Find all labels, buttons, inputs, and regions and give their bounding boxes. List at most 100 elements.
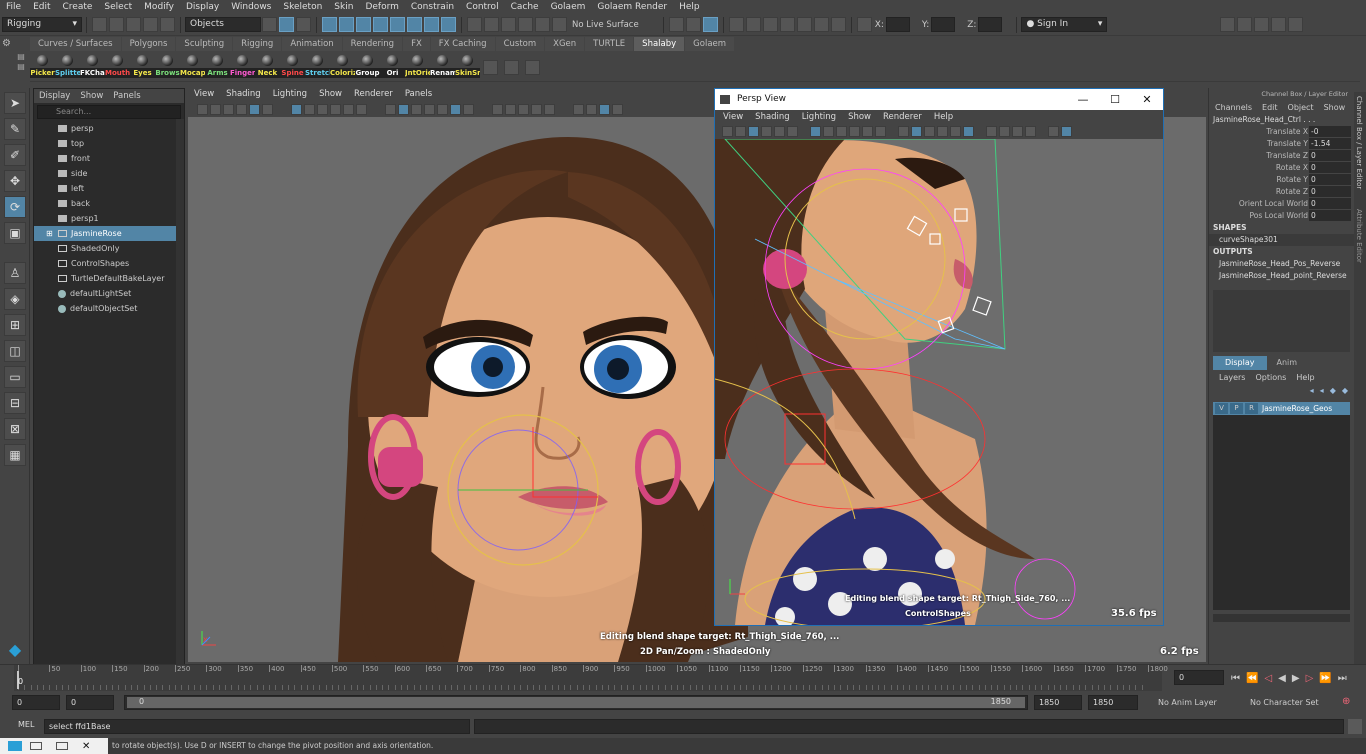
ipr-render-icon[interactable] <box>762 17 778 32</box>
menu-control[interactable]: Control <box>460 0 505 14</box>
redo-icon[interactable] <box>160 17 175 32</box>
go-to-start-icon[interactable]: ⏮ <box>1231 673 1240 684</box>
film-gate-icon[interactable] <box>304 103 315 115</box>
rotate-tool-icon[interactable]: ⟳ <box>4 196 26 218</box>
menuset-dropdown[interactable]: Rigging ▾ <box>2 17 82 32</box>
render-view-icon[interactable] <box>728 17 744 32</box>
end-time-field[interactable]: 1850 <box>1088 695 1138 710</box>
outliner-search-input[interactable]: Search... <box>37 105 181 119</box>
select-mode-dropdown[interactable]: Objects <box>185 17 261 32</box>
graph-layout-icon[interactable]: ⊟ <box>4 392 26 414</box>
bookmark-icon[interactable] <box>748 125 759 137</box>
object-mode-icon[interactable] <box>279 17 294 32</box>
outliner-item[interactable]: ControlShapes <box>34 256 184 271</box>
image-plane-icon[interactable] <box>761 125 772 137</box>
shelf-button-group[interactable]: Group <box>355 52 380 82</box>
menu-create[interactable]: Create <box>57 0 99 14</box>
select-misc-icon[interactable] <box>441 17 456 32</box>
outliner-layout-icon[interactable]: ▭ <box>4 366 26 388</box>
image-plane-icon[interactable] <box>236 103 247 115</box>
viewport-menu-renderer[interactable]: Renderer <box>348 88 399 101</box>
shelf-align-icon[interactable] <box>483 59 498 75</box>
channel-attr-row[interactable]: Rotate Z0 <box>1209 186 1354 198</box>
grease-pencil-icon[interactable] <box>787 125 798 137</box>
shelf-button-arms[interactable]: Arms <box>205 52 230 82</box>
current-frame-field[interactable]: 0 <box>1174 670 1224 685</box>
menu-constrain[interactable]: Constrain <box>405 0 460 14</box>
backface-cull-icon[interactable] <box>544 103 555 115</box>
menu-help[interactable]: Help <box>673 0 706 14</box>
shelf-tab[interactable]: Rendering <box>342 37 403 51</box>
depth-of-field-icon[interactable] <box>612 103 623 115</box>
snap-view-icon[interactable] <box>518 17 533 32</box>
shelf-tab[interactable]: Rigging <box>233 37 282 51</box>
shelf-button-picker[interactable]: Picker <box>30 52 55 82</box>
textured-icon[interactable] <box>424 103 435 115</box>
script-editor-icon[interactable] <box>1348 719 1362 734</box>
undo-icon[interactable] <box>143 17 158 32</box>
smooth-shade-icon[interactable] <box>911 125 922 137</box>
layer-menu-help[interactable]: Help <box>1296 373 1314 382</box>
persp-menu-help[interactable]: Help <box>928 112 959 122</box>
safe-action-icon[interactable] <box>875 125 886 137</box>
channel-menu-show[interactable]: Show <box>1324 103 1346 112</box>
outliner-menu-panels[interactable]: Panels <box>108 89 145 103</box>
layer-menu-layers[interactable]: Layers <box>1219 373 1255 382</box>
menu-edit[interactable]: Edit <box>27 0 56 14</box>
shelf-extra-icon[interactable] <box>525 59 540 75</box>
close-button[interactable]: ✕ <box>1131 89 1163 110</box>
xray-joints-icon[interactable] <box>518 103 529 115</box>
menu-modify[interactable]: Modify <box>138 0 180 14</box>
new-layer-icon[interactable]: ◆ <box>1330 386 1336 395</box>
wireframe-on-shaded-icon[interactable] <box>924 125 935 137</box>
pan-zoom-icon[interactable] <box>774 125 785 137</box>
anti-alias-icon[interactable] <box>599 103 610 115</box>
side-tab-attribute-editor[interactable]: Attribute Editor <box>1355 209 1363 263</box>
channel-attr-row[interactable]: Pos Local World 0 <box>1209 210 1354 222</box>
outliner-item[interactable]: side <box>34 166 184 181</box>
window-taskbar-icon[interactable] <box>30 742 42 750</box>
grid-icon[interactable] <box>810 125 821 137</box>
menu-deform[interactable]: Deform <box>359 0 404 14</box>
shelf-tab-active[interactable]: Shalaby <box>634 37 685 51</box>
channel-attr-value[interactable]: -1.54 <box>1309 138 1351 149</box>
hypershade-layout-icon[interactable]: ⊠ <box>4 418 26 440</box>
layer-playback-toggle[interactable]: P <box>1230 403 1243 414</box>
resolution-gate-icon[interactable] <box>317 103 328 115</box>
outliner-item[interactable]: ShadedOnly <box>34 241 184 256</box>
film-gate-icon[interactable] <box>823 125 834 137</box>
anti-alias-icon[interactable] <box>1061 125 1072 137</box>
field-chart-icon[interactable] <box>343 103 354 115</box>
ambient-occlusion-icon[interactable] <box>463 103 474 115</box>
menu-skin[interactable]: Skin <box>328 0 359 14</box>
outliner-item[interactable]: TurtleDefaultBakeLayer <box>34 271 184 286</box>
render-setup-icon[interactable] <box>813 17 829 32</box>
scale-tool-icon[interactable]: ▣ <box>4 222 26 244</box>
auto-key-icon[interactable]: ⊕ <box>1342 696 1350 707</box>
step-back-key-icon[interactable]: ⏪ <box>1246 673 1258 684</box>
component-mode-icon[interactable] <box>296 17 311 32</box>
safe-action-icon[interactable] <box>356 103 367 115</box>
resolution-gate-icon[interactable] <box>836 125 847 137</box>
playback-start-field[interactable]: 0 <box>66 695 114 710</box>
outliner-item[interactable]: defaultObjectSet <box>34 301 184 316</box>
wireframe-on-shaded-icon[interactable] <box>411 103 422 115</box>
channel-attr-row[interactable]: Orient Local World 0 <box>1209 198 1354 210</box>
outliner-item[interactable]: back <box>34 196 184 211</box>
smooth-shade-icon[interactable] <box>398 103 409 115</box>
playback-end-field[interactable]: 1850 <box>1034 695 1082 710</box>
lights-icon[interactable] <box>950 125 961 137</box>
menu-display[interactable]: Display <box>180 0 225 14</box>
output-node[interactable]: JasmineRose_Head_point_Reverse <box>1209 270 1354 282</box>
shelf-button-jntorient[interactable]: JntOrient <box>405 52 430 82</box>
open-scene-icon[interactable] <box>109 17 124 32</box>
channel-attr-row[interactable]: Translate X -0 <box>1209 126 1354 138</box>
channel-attr-value[interactable]: 0 <box>1309 162 1351 173</box>
save-scene-icon[interactable] <box>126 17 141 32</box>
viewport-menu-view[interactable]: View <box>188 88 220 101</box>
outliner-item[interactable]: persp <box>34 121 184 136</box>
camera-attr-icon[interactable] <box>735 125 746 137</box>
character-set-dropdown[interactable]: No Character Set <box>1244 695 1334 710</box>
shelf-button-eyes[interactable]: Eyes <box>130 52 155 82</box>
isolate-select-icon[interactable] <box>492 103 503 115</box>
